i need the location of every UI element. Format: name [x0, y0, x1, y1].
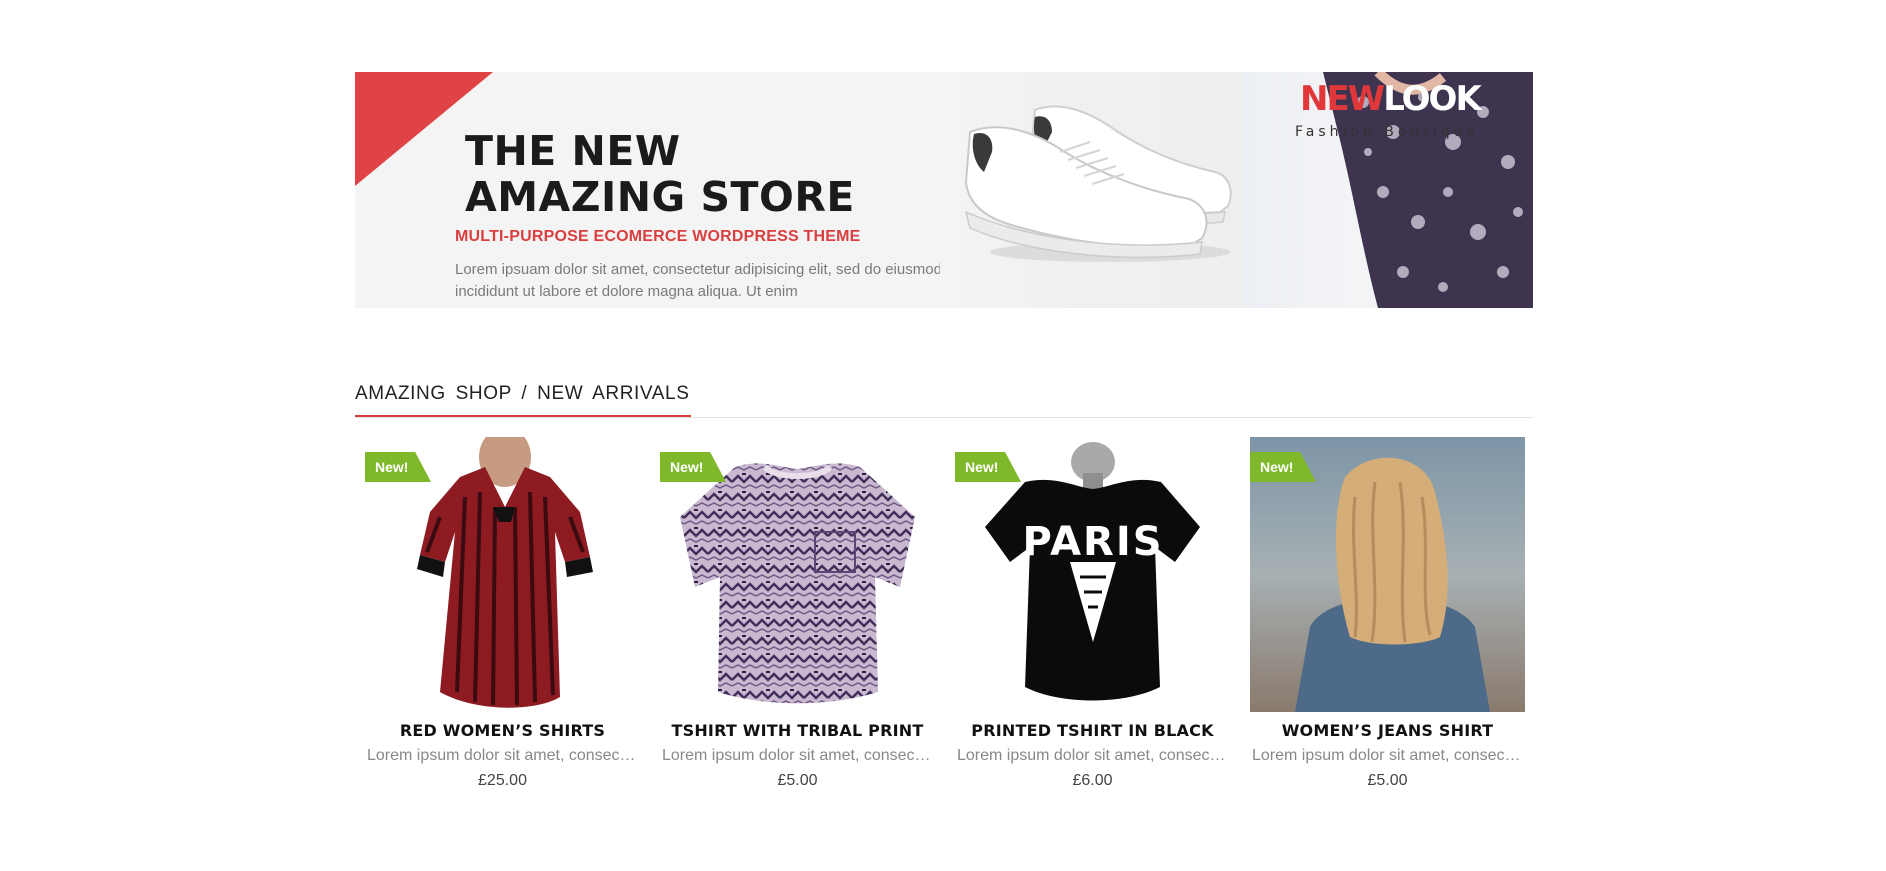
logo-new-text: NEW	[1300, 79, 1385, 119]
section-title: AMAZING SHOP / NEW ARRIVALS	[355, 383, 691, 417]
product-name[interactable]: WOMEN’S JEANS SHIRT	[1240, 721, 1535, 740]
banner-title: THE NEW AMAZING STORE	[465, 127, 855, 221]
section-header: AMAZING SHOP / NEW ARRIVALS	[355, 383, 1533, 418]
product-price: £25.00	[478, 772, 527, 789]
newlook-logo: NEWLOOK	[1300, 79, 1482, 119]
product-price: £5.00	[777, 772, 818, 789]
product-card[interactable]: New! WOMEN’S JEANS SHIRT Lorem ipsum dol…	[1240, 437, 1535, 797]
product-price: £5.00	[1367, 772, 1408, 789]
product-description: Lorem ipsum dolor sit amet, consectetur …	[957, 747, 1229, 764]
sneakers-image	[940, 72, 1270, 308]
product-description: Lorem ipsum dolor sit amet, consectetur …	[1252, 747, 1524, 764]
product-name[interactable]: RED WOMEN’S SHIRTS	[355, 721, 650, 740]
product-price: £6.00	[1072, 772, 1113, 789]
product-grid: New! RED WOMEN’S SHIRTS Lorem ipsum dolo…	[355, 437, 1533, 797]
logo-look-text: LOOK	[1383, 79, 1482, 119]
svg-text:PARIS: PARIS	[1022, 519, 1163, 565]
product-card[interactable]: PARIS New! PRINTED TSHIRT IN BLACK Lorem…	[945, 437, 1240, 797]
product-description: Lorem ipsum dolor sit amet, consectetur …	[662, 747, 934, 764]
product-description: Lorem ipsum dolor sit amet, consectetur …	[367, 747, 639, 764]
logo-tagline: Fashion Boutique	[1295, 124, 1480, 140]
product-card[interactable]: New! RED WOMEN’S SHIRTS Lorem ipsum dolo…	[355, 437, 650, 797]
product-card[interactable]: New! TSHIRT WITH TRIBAL PRINT Lorem ipsu…	[650, 437, 945, 797]
product-name[interactable]: PRINTED TSHIRT IN BLACK	[945, 721, 1240, 740]
banner-subtitle: MULTI-PURPOSE ECOMERCE WORDPRESS THEME	[455, 228, 861, 245]
product-name[interactable]: TSHIRT WITH TRIBAL PRINT	[650, 721, 945, 740]
